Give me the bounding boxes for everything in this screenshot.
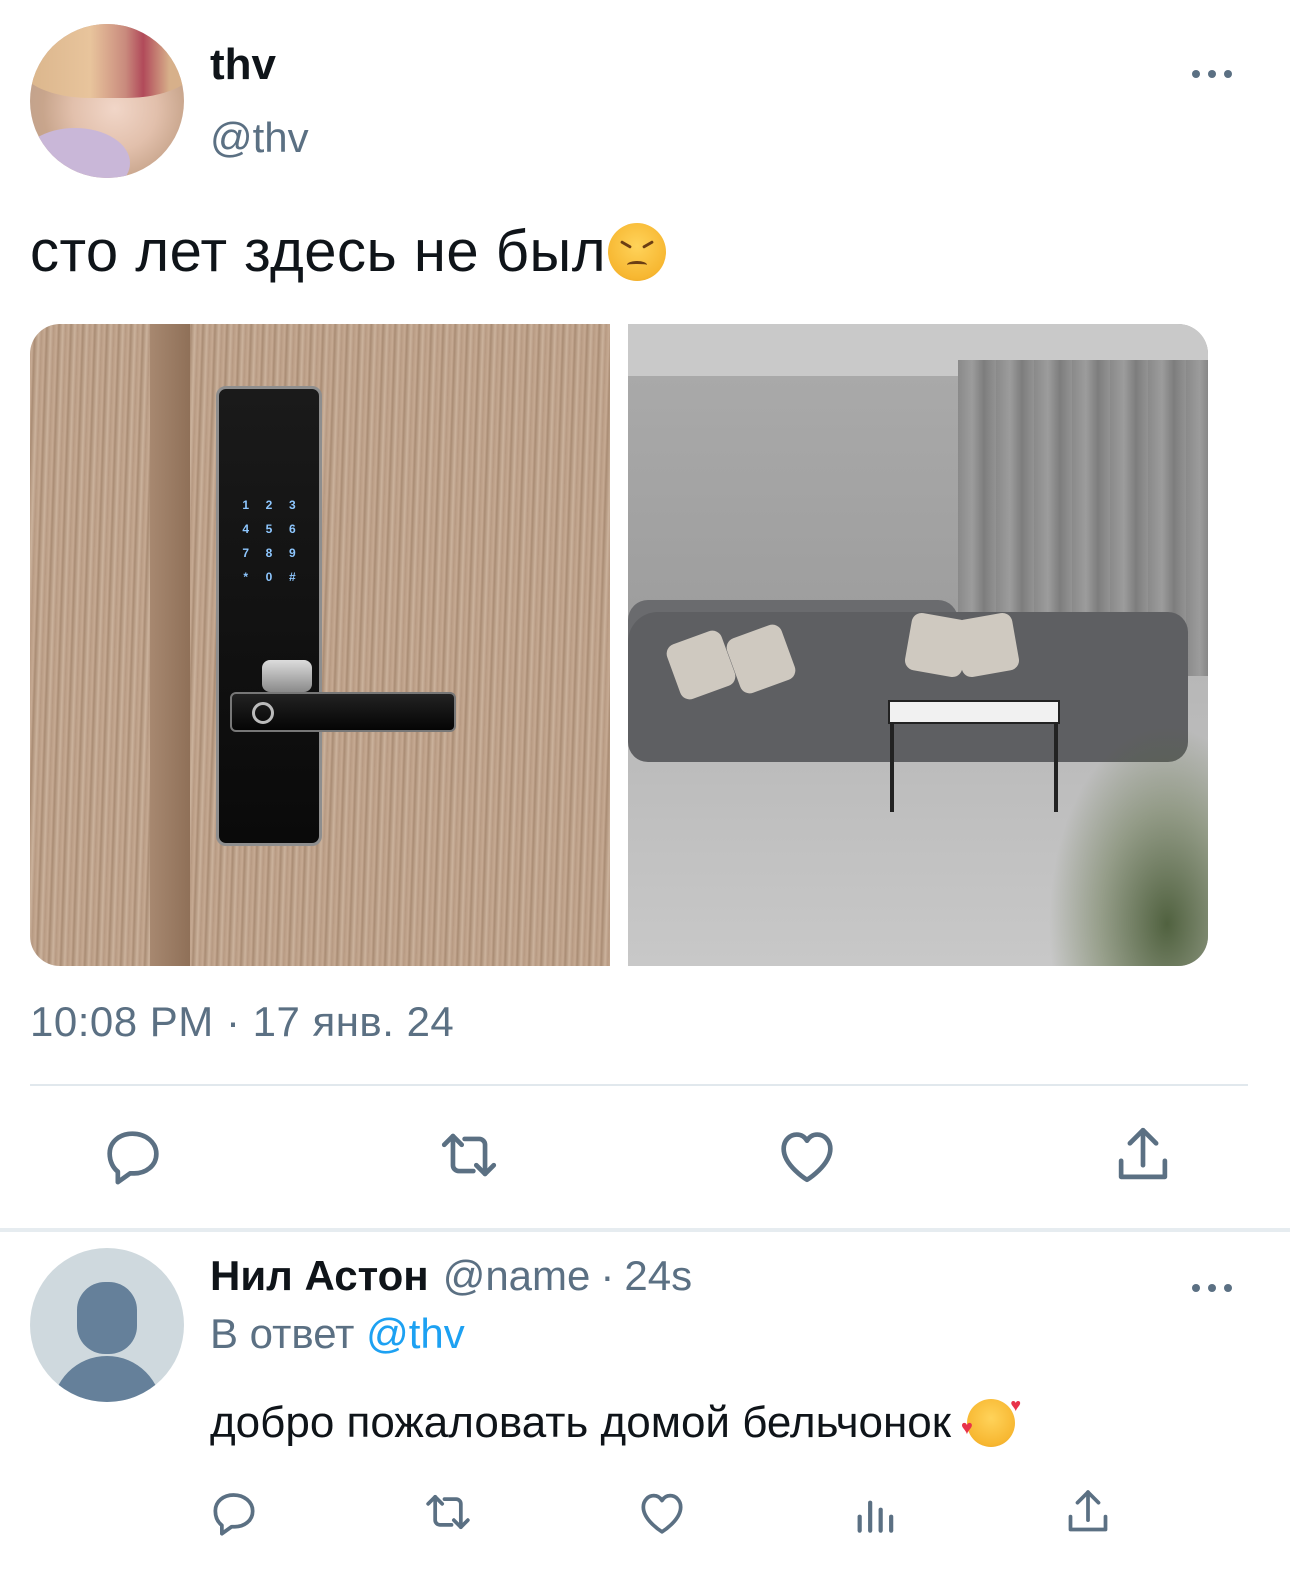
avatar[interactable] <box>30 24 184 178</box>
avatar-hair <box>30 24 184 98</box>
key: 7 <box>242 546 249 560</box>
share-icon[interactable] <box>1060 1484 1116 1540</box>
reply-prefix: В ответ <box>210 1310 355 1357</box>
key: 9 <box>288 546 296 560</box>
retweet-icon[interactable] <box>434 1120 504 1190</box>
fingerprint-sensor <box>252 702 274 724</box>
dot <box>1192 70 1200 78</box>
media-gap <box>610 324 628 966</box>
reply-text-row: добро пожаловать домой бельчонок <box>210 1395 1021 1448</box>
tweet-actions <box>0 1120 1290 1190</box>
dot <box>1224 1284 1232 1292</box>
lock-knob <box>262 660 312 692</box>
pillow <box>953 611 1021 679</box>
smiling-face-with-hearts-emoji-icon <box>961 1395 1021 1447</box>
avatar-shirt <box>30 128 130 178</box>
share-icon[interactable] <box>1108 1120 1178 1190</box>
key: 0 <box>265 570 273 584</box>
key: 5 <box>265 522 273 536</box>
default-avatar-body <box>52 1356 162 1402</box>
lock-keypad: 1 2 3 4 5 6 7 8 9 * 0 # <box>234 498 304 584</box>
like-icon[interactable] <box>772 1120 842 1190</box>
media-grid: 1 2 3 4 5 6 7 8 9 * 0 # <box>30 324 1208 966</box>
avatar[interactable] <box>30 1248 184 1402</box>
key: * <box>243 570 248 584</box>
mention-link[interactable]: @thv <box>366 1310 465 1357</box>
more-options-icon[interactable] <box>1192 1270 1232 1306</box>
time-ago[interactable]: 24s <box>624 1252 692 1300</box>
dot <box>1224 70 1232 78</box>
divider <box>30 1084 1248 1086</box>
reply-to-line: В ответ @thv <box>210 1310 465 1358</box>
user-handle[interactable]: @thv <box>210 114 309 162</box>
key: 8 <box>265 546 273 560</box>
tweet-text-row: сто лет здесь не был <box>30 218 667 285</box>
key: 2 <box>265 498 273 512</box>
door-lock-photo[interactable]: 1 2 3 4 5 6 7 8 9 * 0 # <box>30 324 610 966</box>
reply-tweet: Нил Астон @name · 24s В ответ @thv добро… <box>0 1232 1290 1584</box>
persevering-face-emoji-icon <box>608 222 667 281</box>
key: 6 <box>288 522 296 536</box>
reply-icon[interactable] <box>206 1484 262 1540</box>
coffee-table <box>888 700 1060 724</box>
reply-icon[interactable] <box>98 1120 168 1190</box>
living-room-photo[interactable] <box>628 324 1208 966</box>
display-name[interactable]: thv <box>210 40 276 90</box>
key: 1 <box>242 498 249 512</box>
display-name[interactable]: Нил Астон <box>210 1252 429 1300</box>
key: 3 <box>288 498 296 512</box>
lock-plate <box>216 386 322 846</box>
retweet-icon[interactable] <box>420 1484 476 1540</box>
separator: · <box>600 1252 615 1299</box>
user-handle[interactable]: @name <box>443 1252 591 1300</box>
tweet-text: сто лет здесь не был <box>30 219 607 284</box>
more-options-icon[interactable] <box>1192 56 1232 92</box>
key: 4 <box>242 522 249 536</box>
dot <box>1208 1284 1216 1292</box>
reply-text: добро пожаловать домой бельчонок <box>210 1398 951 1447</box>
default-avatar-head <box>77 1282 137 1354</box>
reply-actions <box>0 1484 1290 1544</box>
plant <box>1048 724 1208 966</box>
like-icon[interactable] <box>634 1484 690 1540</box>
dot <box>1192 1284 1200 1292</box>
door-frame <box>150 324 190 966</box>
key: # <box>288 570 296 584</box>
analytics-icon[interactable] <box>848 1484 904 1540</box>
timestamp[interactable]: 10:08 PM · 17 янв. 24 <box>30 998 454 1046</box>
main-tweet: thv @thv сто лет здесь не был 1 2 3 4 5 … <box>0 0 1290 1240</box>
dot <box>1208 70 1216 78</box>
reply-header: Нил Астон @name · 24s <box>210 1252 692 1300</box>
table-leg <box>890 722 894 812</box>
